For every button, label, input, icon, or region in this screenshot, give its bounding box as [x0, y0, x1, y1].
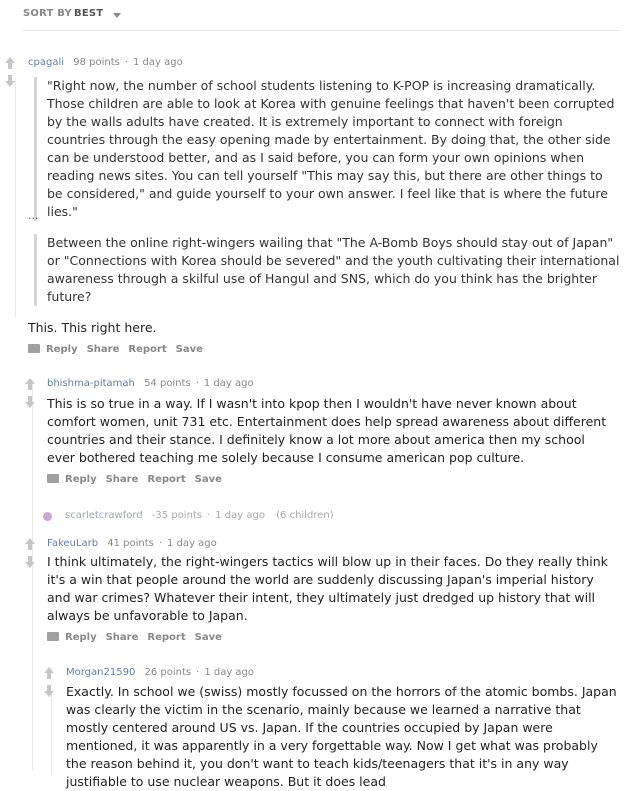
- points: 98 points: [73, 57, 120, 68]
- timestamp: 1 day ago: [215, 510, 265, 521]
- vote-controls: [44, 667, 56, 697]
- vote-controls: [25, 538, 37, 568]
- thread-line[interactable]: [51, 690, 52, 775]
- sort-dropdown[interactable]: BEST: [74, 8, 103, 19]
- children-count[interactable]: (6 children): [276, 510, 333, 521]
- reply-icon: [47, 474, 59, 483]
- upvote-icon[interactable]: [25, 378, 35, 390]
- blockquote: "Right now, the number of school student…: [34, 77, 622, 221]
- report-button[interactable]: Report: [147, 632, 185, 643]
- sort-bar: SORT BY BEST: [23, 8, 619, 31]
- share-button[interactable]: Share: [106, 632, 139, 643]
- timestamp: 1 day ago: [167, 538, 217, 549]
- save-button[interactable]: Save: [195, 632, 222, 643]
- points: -35 points: [151, 510, 203, 521]
- timestamp: 1 day ago: [133, 57, 183, 68]
- chevron-down-icon[interactable]: [113, 13, 121, 18]
- sort-label: SORT BY: [23, 8, 72, 19]
- comment-actions: Reply Share Report Save: [47, 474, 231, 485]
- author-link[interactable]: cpagali: [28, 57, 64, 68]
- comment-meta: FakeuLarb 41 points · 1 day ago: [47, 538, 217, 549]
- reply-button[interactable]: Reply: [65, 632, 97, 643]
- save-button[interactable]: Save: [176, 344, 203, 355]
- collapsed-comment-icon[interactable]: [43, 512, 52, 521]
- report-button[interactable]: Report: [147, 474, 185, 485]
- comment-actions: Reply Share Report Save: [28, 344, 212, 355]
- upvote-icon[interactable]: [25, 538, 35, 550]
- downvote-icon[interactable]: [44, 685, 54, 697]
- points: 26 points: [144, 667, 192, 678]
- comment-meta: scarletcrawford -35 points · 1 day ago (6 …: [65, 510, 334, 521]
- thread-line[interactable]: [32, 380, 33, 770]
- comment-text: I think ultimately, the right-wingers ta…: [47, 554, 608, 623]
- downvote-icon[interactable]: [25, 556, 35, 568]
- comment-meta: bhishma-pitamah 54 points · 1 day ago: [47, 378, 254, 389]
- comment-actions: Reply Share Report Save: [47, 632, 231, 643]
- author-link[interactable]: Morgan21590: [66, 667, 135, 678]
- upvote-icon[interactable]: [5, 57, 15, 69]
- save-button[interactable]: Save: [195, 474, 222, 485]
- downvote-icon[interactable]: [5, 75, 15, 87]
- comment-text: This is so true in a way. If I wasn't in…: [47, 396, 607, 465]
- share-button[interactable]: Share: [106, 474, 139, 485]
- author-link[interactable]: bhishma-pitamah: [47, 378, 135, 389]
- timestamp: 1 day ago: [203, 378, 254, 389]
- timestamp: 1 day ago: [204, 667, 255, 678]
- comment-text: This. This right here.: [28, 320, 157, 335]
- blockquote: Between the online right-wingers wailing…: [34, 234, 622, 306]
- comment-meta: Morgan21590 26 points · 1 day ago: [66, 667, 255, 678]
- author-link[interactable]: scarletcrawford: [65, 510, 143, 521]
- comment-meta: cpagali 98 points · 1 day ago: [28, 57, 183, 68]
- vote-controls: [25, 378, 37, 408]
- thread-line[interactable]: [15, 78, 16, 318]
- reply-icon: [47, 632, 59, 641]
- reply-icon: [28, 344, 40, 353]
- share-button[interactable]: Share: [87, 344, 120, 355]
- points: 41 points: [107, 538, 154, 549]
- reply-button[interactable]: Reply: [65, 474, 97, 485]
- author-link[interactable]: FakeuLarb: [47, 538, 98, 549]
- downvote-icon[interactable]: [25, 396, 35, 408]
- upvote-icon[interactable]: [44, 667, 54, 679]
- report-button[interactable]: Report: [128, 344, 166, 355]
- ellipsis-text: ...: [28, 209, 39, 222]
- reply-button[interactable]: Reply: [46, 344, 78, 355]
- points: 54 points: [144, 378, 191, 389]
